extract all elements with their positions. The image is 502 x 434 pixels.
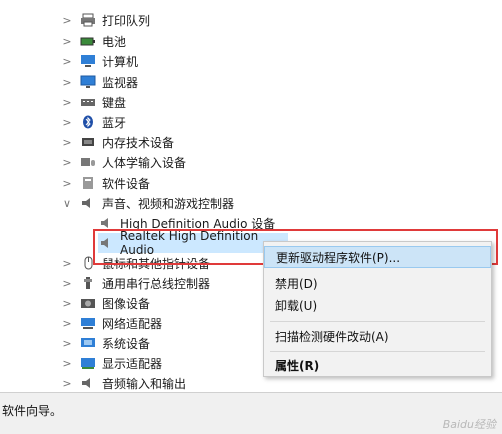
tree-item-label: 键盘 xyxy=(102,95,127,110)
tree-item-label: 软件设备 xyxy=(102,176,151,191)
chevron-right-icon[interactable]: > xyxy=(60,136,74,149)
display-adapter-icon xyxy=(80,356,96,370)
menu-item-uninstall[interactable]: 卸载(U) xyxy=(264,294,491,316)
tree-item-monitor[interactable]: > 监视器 xyxy=(60,72,138,92)
chevron-right-icon[interactable]: > xyxy=(60,277,74,290)
menu-item-scan-hardware[interactable]: 扫描检测硬件改动(A) xyxy=(264,325,491,347)
chevron-right-icon[interactable]: > xyxy=(60,297,74,310)
chevron-right-icon[interactable]: > xyxy=(60,116,74,129)
menu-item-properties[interactable]: 属性(R) xyxy=(264,354,491,376)
tree-item-system-devices[interactable]: > 系统设备 xyxy=(60,333,150,353)
tree-item-display-adapters[interactable]: > 显示适配器 xyxy=(60,353,162,373)
hid-icon xyxy=(80,155,96,169)
watermark: Baidu经验 xyxy=(442,418,496,431)
tree-item-label: 系统设备 xyxy=(102,336,151,351)
tree-item-label: 电池 xyxy=(102,34,127,49)
tree-item-label: 监视器 xyxy=(102,75,139,90)
tree-item-software-devices[interactable]: > 软件设备 xyxy=(60,173,150,193)
chevron-right-icon[interactable]: > xyxy=(60,257,74,270)
monitor-icon xyxy=(80,75,96,89)
printer-icon xyxy=(80,13,96,27)
camera-icon xyxy=(80,296,96,310)
software-device-icon xyxy=(80,176,96,190)
menu-separator xyxy=(270,351,485,352)
tree-item-print-queue[interactable]: > 打印队列 xyxy=(60,10,150,30)
chevron-right-icon[interactable]: > xyxy=(60,177,74,190)
chevron-right-icon[interactable]: > xyxy=(60,317,74,330)
computer-icon xyxy=(80,54,96,68)
tree-item-imaging-devices[interactable]: > 图像设备 xyxy=(60,293,150,313)
status-text: 软件向导。 xyxy=(2,404,63,418)
tree-item-label: 声音、视频和游戏控制器 xyxy=(102,196,235,211)
chevron-right-icon[interactable]: > xyxy=(60,55,74,68)
menu-item-disable[interactable]: 禁用(D) xyxy=(264,272,491,294)
tree-item-label: 打印队列 xyxy=(102,13,151,28)
tree-item-label: 显示适配器 xyxy=(102,356,163,371)
chevron-right-icon[interactable]: > xyxy=(60,14,74,27)
chevron-right-icon[interactable]: > xyxy=(60,377,74,390)
sound-icon xyxy=(80,196,96,210)
menu-separator xyxy=(270,321,485,322)
tree-item-keyboard[interactable]: > 键盘 xyxy=(60,92,126,112)
tree-item-label: 音频输入和输出 xyxy=(102,376,187,391)
status-bar: 软件向导。 Baidu经验 xyxy=(0,392,502,434)
battery-icon xyxy=(80,34,96,48)
memory-icon xyxy=(80,135,96,149)
tree-item-label: 图像设备 xyxy=(102,296,151,311)
tree-item-memory-tech[interactable]: > 内存技术设备 xyxy=(60,132,174,152)
chevron-right-icon[interactable]: > xyxy=(60,357,74,370)
chevron-right-icon[interactable]: > xyxy=(60,337,74,350)
speaker-icon xyxy=(98,216,114,230)
audio-io-icon xyxy=(80,376,96,390)
system-icon xyxy=(80,336,96,350)
tree-item-sound-video-game[interactable]: ∨ 声音、视频和游戏控制器 xyxy=(60,193,234,213)
chevron-right-icon[interactable]: > xyxy=(60,156,74,169)
bluetooth-icon xyxy=(80,115,96,129)
tree-item-battery[interactable]: > 电池 xyxy=(60,31,126,51)
chevron-right-icon[interactable]: > xyxy=(60,76,74,89)
usb-icon xyxy=(80,276,96,290)
tree-item-label: 通用串行总线控制器 xyxy=(102,276,211,291)
chevron-right-icon[interactable]: > xyxy=(60,35,74,48)
chevron-down-icon[interactable]: ∨ xyxy=(60,197,74,210)
tree-item-label: 网络适配器 xyxy=(102,316,163,331)
tree-item-network-adapters[interactable]: > 网络适配器 xyxy=(60,313,162,333)
tree-item-label: 计算机 xyxy=(102,54,139,69)
context-menu: 更新驱动程序软件(P)... 禁用(D) 卸载(U) 扫描检测硬件改动(A) 属… xyxy=(263,241,492,377)
network-icon xyxy=(80,316,96,330)
tree-item-audio-io[interactable]: > 音频输入和输出 xyxy=(60,373,186,393)
chevron-right-icon[interactable]: > xyxy=(60,96,74,109)
tree-item-bluetooth[interactable]: > 蓝牙 xyxy=(60,112,126,132)
tree-item-label: 内存技术设备 xyxy=(102,135,175,150)
tree-item-label: 蓝牙 xyxy=(102,115,127,130)
keyboard-icon xyxy=(80,95,96,109)
tree-item-usb-controllers[interactable]: > 通用串行总线控制器 xyxy=(60,273,210,293)
tree-item-label: 人体学输入设备 xyxy=(102,155,187,170)
menu-item-update-driver[interactable]: 更新驱动程序软件(P)... xyxy=(264,246,491,268)
tree-item-computer[interactable]: > 计算机 xyxy=(60,51,138,71)
tree-item-hid[interactable]: > 人体学输入设备 xyxy=(60,152,186,172)
